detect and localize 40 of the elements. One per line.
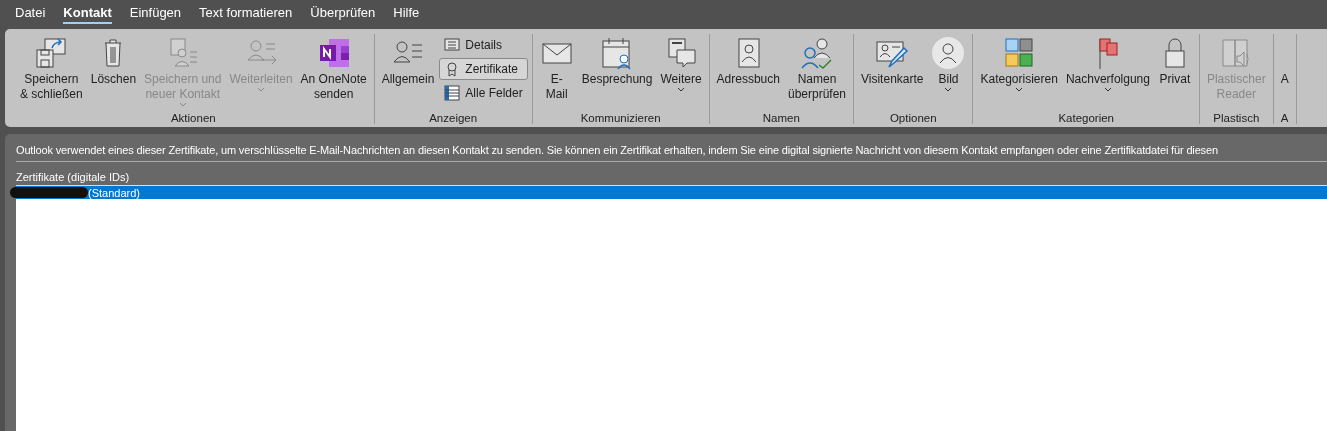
ribbon-button[interactable]: Bild [928,34,969,110]
menu-tab[interactable]: Kontakt [54,5,121,26]
description-text: Outlook verwendet eines dieser Zertifikate, um verschlüsselte E-Mail-Nachrichten an diesen Kontakt zu senden. Sie können ein Zertifikat erhalten, indem Sie eine digital signierte Nachricht von diesem Kontakt empfangen oder eine Zertifikatdatei für diesen [16,144,1327,162]
ribbon-button[interactable]: E- Mail [536,34,577,110]
ribbon-button[interactable]: Löschen [87,34,140,110]
ribbon-button[interactable]: Nachverfolgung [1062,34,1153,110]
ribbon-button[interactable]: Details [439,34,528,56]
ribbon-button[interactable]: Adressbuch [713,34,783,110]
group-label: Plastisch [1212,111,1261,124]
ribbon-button[interactable]: An OneNote senden [297,34,370,110]
menu-tab[interactable]: Hilfe [384,5,429,26]
ribbon-button[interactable]: Visitenkarte [858,34,927,110]
menu-tab[interactable]: Überprüfen [301,5,385,26]
group-label: Aktionen [169,111,217,124]
ribbon-button[interactable]: Kategorisieren [977,34,1061,110]
ribbon-button[interactable]: Speichern & schließen [17,34,86,110]
people-check-icon [799,36,834,70]
floppy-disk-icon [34,36,69,70]
table-icon [444,85,461,101]
list-label: Zertifikate (digitale IDs) [16,171,131,183]
person-circle-icon [931,36,966,70]
ribbon-button[interactable]: Besprechung [578,34,656,110]
group-label: Namen [761,111,801,124]
ribbon-button[interactable]: Namen überprüfen [784,34,849,110]
ribbon-button[interactable]: Zertifikate [439,58,528,80]
menu-tab[interactable]: Datei [6,5,55,26]
ribbon-button[interactable]: Weitere [657,34,705,110]
certificate-name: (Standard) [88,186,140,199]
ribbon-button[interactable]: A [1277,34,1292,110]
group-label: Kommunizieren [579,111,662,124]
group-label: Anzeigen [428,111,479,124]
group-label: Optionen [888,111,938,124]
menu-tab[interactable]: Einfügen [120,5,191,26]
ribbon-button[interactable]: Alle Felder [439,82,528,104]
menu-tab[interactable]: Text formatieren [190,5,302,26]
group-label: A [1279,111,1290,124]
list-icon [444,37,461,53]
group-label: Kategorien [1057,111,1115,124]
ribbon-button[interactable]: Privat [1154,34,1195,110]
ribbon-button[interactable]: Allgemein [378,34,438,110]
